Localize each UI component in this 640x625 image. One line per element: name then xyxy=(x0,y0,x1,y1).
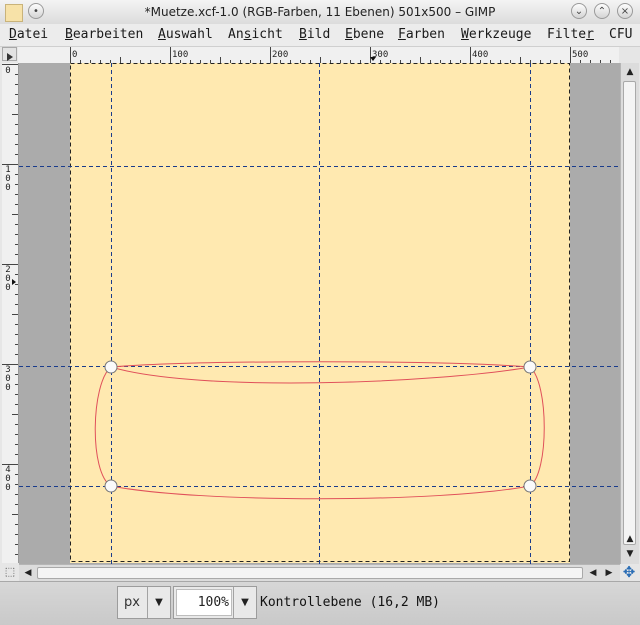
chevron-down-icon[interactable]: ▼ xyxy=(147,587,170,618)
scroll-down-button[interactable]: ▼ xyxy=(623,547,637,561)
vruler-label-200: 200 xyxy=(5,265,11,293)
vruler-label-300: 300 xyxy=(5,365,11,393)
status-bar: px ▼ 100% ▼ Kontrollebene (16,2 MB) xyxy=(0,581,640,625)
vertical-scroll-thumb[interactable] xyxy=(623,81,636,545)
menu-werkzeuge[interactable]: Werkzeuge xyxy=(461,27,531,42)
menu-cfu[interactable]: CFU xyxy=(609,27,632,42)
menu-auswahl[interactable]: Auswahl xyxy=(158,27,213,42)
menu-datei[interactable]: Datei xyxy=(9,27,48,42)
menu-bearbeiten[interactable]: Bearbeiten xyxy=(65,27,143,42)
menu-farben[interactable]: Farben xyxy=(398,27,445,42)
vruler-label-400: 400 xyxy=(5,465,11,493)
horizontal-ruler-ticks xyxy=(70,47,611,63)
scroll-up-button[interactable]: ▲ xyxy=(623,65,637,79)
hruler-label-200: 200 xyxy=(272,50,289,60)
zoom-input[interactable]: 100% xyxy=(176,589,232,616)
window-title: *Muetze.xcf-1.0 (RGB-Farben, 11 Ebenen) … xyxy=(144,5,496,19)
menu-ansicht[interactable]: Ansicht xyxy=(228,27,283,42)
hruler-label-400: 400 xyxy=(472,50,489,60)
path-anchor-bottom-right[interactable] xyxy=(523,479,537,493)
horizontal-ruler: 0 100 200 300 400 500 xyxy=(18,47,619,64)
menu-filter[interactable]: Filter xyxy=(547,27,594,42)
navigate-icon[interactable]: ✥ xyxy=(620,564,638,580)
hruler-label-300: 300 xyxy=(372,50,389,60)
path-anchor-top-left[interactable] xyxy=(104,360,118,374)
minimize-button[interactable]: ⌄ xyxy=(571,3,587,19)
horizontal-scroll-thumb[interactable] xyxy=(37,567,583,579)
menu-bild[interactable]: Bild xyxy=(299,27,330,42)
menu-ebene[interactable]: Ebene xyxy=(345,27,384,42)
canvas-viewport[interactable] xyxy=(19,63,620,564)
unit-value: px xyxy=(124,595,140,610)
scroll-up-small-button[interactable]: ▲ xyxy=(623,532,637,546)
vertical-scrollbar[interactable]: ▲ ▲ ▼ xyxy=(620,63,639,564)
maximize-button[interactable]: ⌃ xyxy=(594,3,610,19)
image-menu-button[interactable] xyxy=(2,47,17,61)
vruler-label-0: 0 xyxy=(5,66,11,76)
image-area[interactable] xyxy=(70,63,570,563)
close-button[interactable]: × xyxy=(617,3,633,19)
scroll-left-small-button[interactable]: ◀ xyxy=(586,566,600,580)
canvas[interactable] xyxy=(19,63,620,564)
vruler-label-100: 100 xyxy=(5,165,11,193)
path-anchor-bottom-left[interactable] xyxy=(104,479,118,493)
hruler-label-500: 500 xyxy=(572,50,589,60)
unit-select[interactable]: px ▼ xyxy=(117,586,171,619)
horizontal-scrollbar[interactable]: ◀ ◀ ▶ xyxy=(19,564,620,581)
scroll-left-button[interactable]: ◀ xyxy=(21,566,35,580)
chevron-down-icon[interactable]: ▼ xyxy=(233,587,256,618)
zoom-select[interactable]: 100% ▼ xyxy=(173,586,257,619)
quick-mask-toggle[interactable]: ⬚ xyxy=(2,564,18,580)
vertical-ruler: 0 100 200 300 400 xyxy=(2,63,19,563)
scroll-right-button[interactable]: ▶ xyxy=(602,566,616,580)
menu-bar: Datei Bearbeiten Auswahl Ansicht Bild Eb… xyxy=(0,24,640,47)
title-bar: • *Muetze.xcf-1.0 (RGB-Farben, 11 Ebenen… xyxy=(0,0,640,25)
triangle-right-icon xyxy=(7,53,13,61)
hruler-label-0: 0 xyxy=(72,50,78,60)
status-message: Kontrollebene (16,2 MB) xyxy=(260,595,441,610)
hruler-label-100: 100 xyxy=(172,50,189,60)
path-anchor-top-right[interactable] xyxy=(523,360,537,374)
